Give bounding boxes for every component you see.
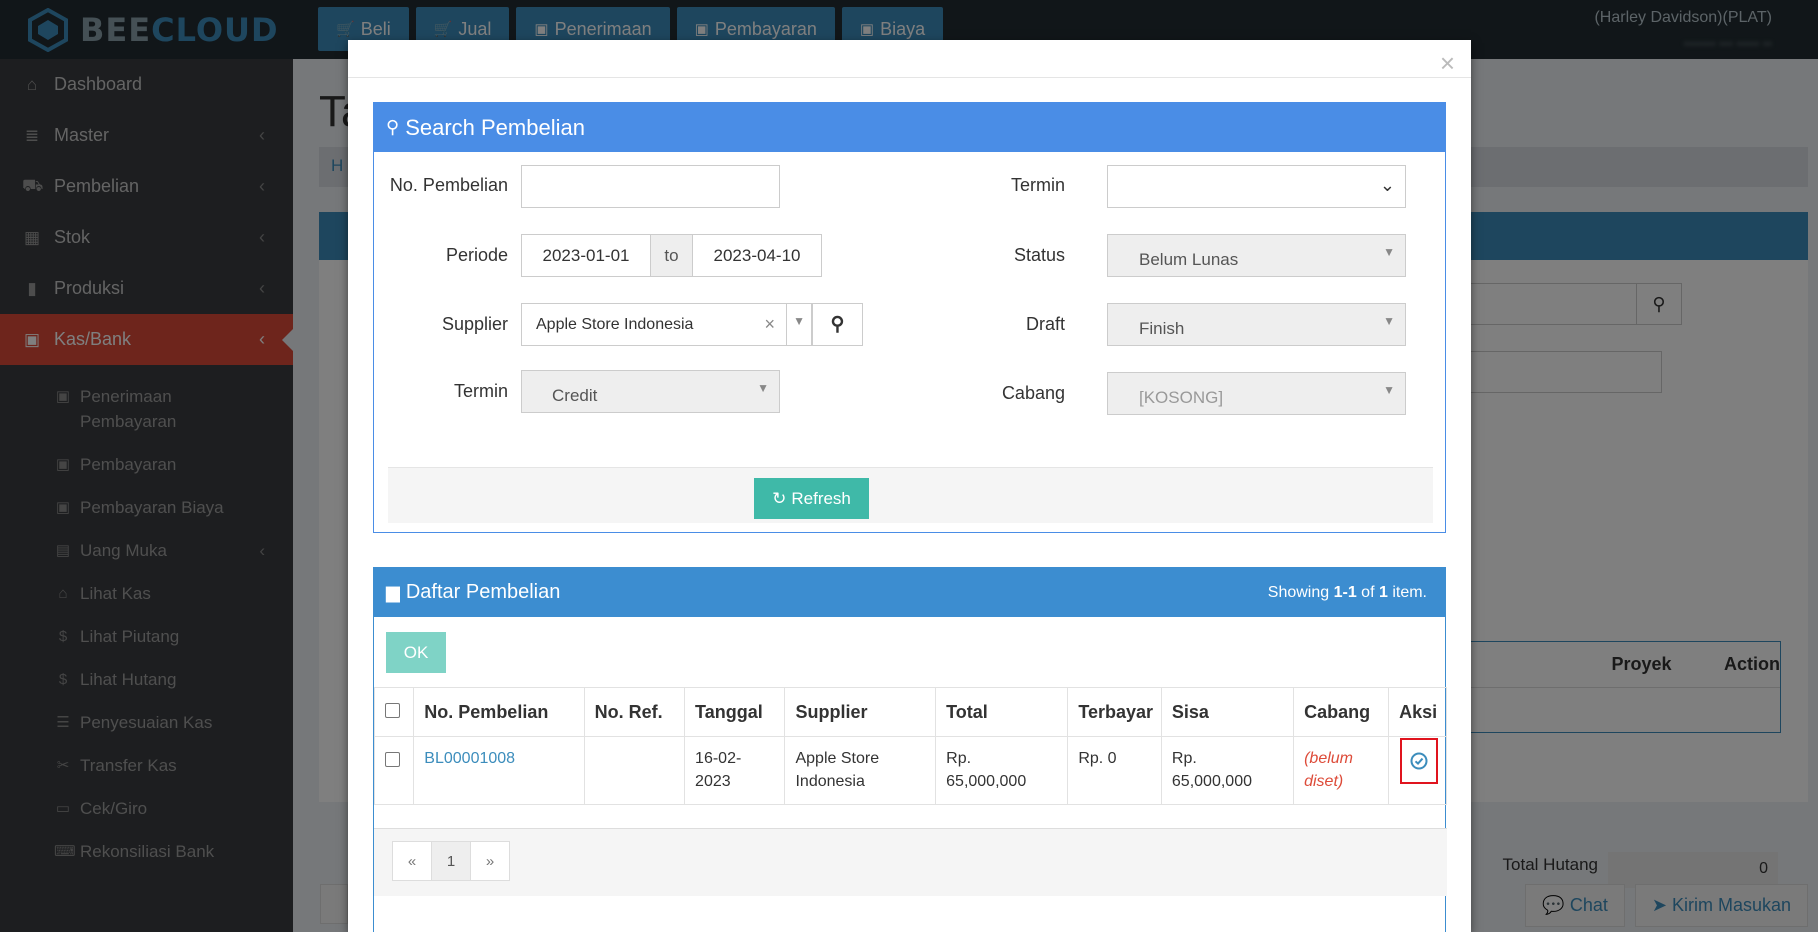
cabang-label: Cabang [1001,383,1065,403]
clear-icon[interactable]: × [764,314,775,335]
col-tanggal[interactable]: Tanggal [684,687,786,737]
daftar-panel-title: Daftar Pembelian [405,581,561,603]
showing-summary: Showing 1-1 of 1 item. [1267,584,1427,601]
supplier-select[interactable]: Apple Store Indonesia × ▼ [521,303,812,346]
supplier-cell: Apple Store Indonesia [784,736,937,805]
pembelian-table: No. Pembelian No. Ref. Tanggal Supplier … [373,687,1447,805]
termin2-select[interactable]: ⌄ [1107,165,1406,208]
search-icon: ⚲ [830,314,845,335]
termin2-label: Termin [1010,175,1065,195]
periode-label: Periode [445,245,508,265]
chevron-down-icon: ⌄ [1379,175,1395,195]
tanggal-cell: 16-02-2023 [684,736,786,805]
no-pembelian-input[interactable] [521,165,780,208]
select-row-button[interactable] [1400,738,1439,784]
modal-header: × [348,40,1471,78]
chevron-down-icon: ▼ [1383,383,1395,397]
col-no-pembelian[interactable]: No. Pembelian [413,687,585,737]
date-range-separator: to [650,234,693,277]
search-panel-title: Search Pembelian [405,114,585,140]
col-no-ref[interactable]: No. Ref. [583,687,686,737]
terbayar-cell: Rp. 0 [1067,736,1162,805]
pembelian-number-link[interactable]: BL00001008 [424,750,515,767]
col-terbayar[interactable]: Terbayar [1067,687,1162,737]
check-circle-icon [1410,752,1428,770]
termin-select[interactable]: Credit ▼ [521,370,780,413]
chevron-down-icon: ▼ [1383,245,1395,259]
select-all-checkbox-cell [373,687,415,737]
supplier-search-button[interactable]: ⚲ [812,303,863,346]
daftar-panel-header: ▆ Daftar Pembelian Showing 1-1 of 1 item… [374,568,1445,617]
cabang-cell: (belum diset) [1304,750,1353,790]
search-pembelian-modal: × ⚲ Search Pembelian No. Pembelian Perio… [348,40,1471,932]
col-cabang[interactable]: Cabang [1293,687,1390,737]
date-from-input[interactable]: 2023-01-01 [521,234,651,277]
search-panel: ⚲ Search Pembelian No. Pembelian Periode… [373,102,1446,533]
no-pembelian-label: No. Pembelian [389,175,508,195]
row-checkbox-cell [373,736,415,805]
refresh-icon: ↻ [772,488,787,508]
draft-select[interactable]: Finish ▼ [1107,303,1406,346]
search-panel-header: ⚲ Search Pembelian [374,103,1445,152]
table-header-row: No. Pembelian No. Ref. Tanggal Supplier … [373,687,1447,737]
sisa-cell: Rp. 65,000,000 [1160,736,1295,805]
termin-label: Termin [453,381,508,401]
total-cell: Rp. 65,000,000 [935,736,1069,805]
col-supplier[interactable]: Supplier [784,687,937,737]
row-checkbox[interactable] [385,752,400,767]
daftar-pembelian-panel: ▆ Daftar Pembelian Showing 1-1 of 1 item… [373,567,1447,932]
refresh-button[interactable]: ↻ Refresh [754,478,869,519]
cabang-select[interactable]: [KOSONG] ▼ [1107,372,1406,415]
col-sisa[interactable]: Sisa [1160,687,1295,737]
supplier-label: Supplier [441,314,508,334]
ok-button[interactable]: OK [386,632,446,673]
close-icon[interactable]: × [1440,48,1455,79]
status-label: Status [1013,245,1065,265]
briefcase-icon: ▆ [386,582,400,602]
search-icon: ⚲ [386,117,400,137]
col-aksi: Aksi [1388,687,1447,737]
chevron-down-icon: ▼ [757,381,769,395]
pagination-bar: « 1 » [374,828,1447,896]
col-total[interactable]: Total [935,687,1069,737]
chevron-down-icon: ▼ [793,314,805,328]
ref-cell [583,736,686,805]
status-select[interactable]: Belum Lunas ▼ [1107,234,1406,277]
pager-prev-button[interactable]: « [392,841,432,881]
pagination: « 1 » [392,841,510,881]
date-to-input[interactable]: 2023-04-10 [692,234,822,277]
aksi-cell [1388,736,1447,805]
select-all-checkbox[interactable] [385,702,400,718]
refresh-bar: ↻ Refresh [388,467,1433,523]
draft-label: Draft [1025,314,1065,334]
pager-page-1[interactable]: 1 [431,841,471,881]
pager-next-button[interactable]: » [470,841,510,881]
chevron-down-icon: ▼ [1383,314,1395,328]
table-row: BL00001008 16-02-2023 Apple Store Indone… [373,736,1447,805]
